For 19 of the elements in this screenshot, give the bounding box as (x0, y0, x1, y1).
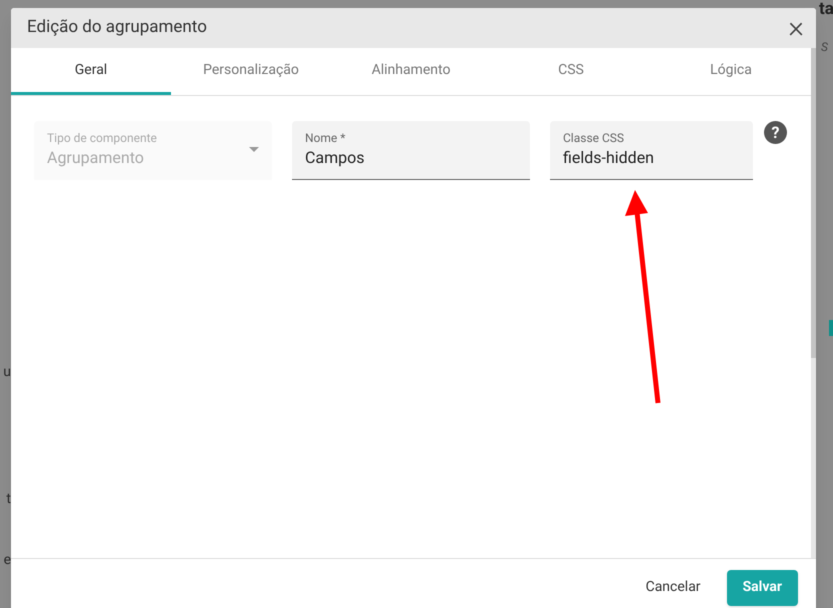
tab[interactable]: Alinhamento (331, 48, 491, 95)
background-text: e (4, 551, 11, 570)
background-tab-mark (829, 320, 833, 336)
dropdown-caret-icon (249, 147, 259, 152)
background-text: t (6, 490, 11, 509)
dialog-title: Edição do agrupamento (27, 16, 207, 40)
background-text: S (821, 39, 828, 56)
background-text: u (3, 363, 11, 382)
input-field[interactable]: Classe CSS fields-hidden (550, 121, 753, 180)
scrollbar[interactable] (811, 48, 816, 558)
cancel-button[interactable]: Cancelar (630, 570, 717, 606)
tab[interactable]: CSS (491, 48, 651, 95)
background-heading: ta (819, 1, 833, 18)
close-button[interactable]: × (788, 13, 804, 43)
tab[interactable]: Geral (11, 48, 171, 95)
help-icon[interactable]: ? (764, 121, 787, 144)
tab[interactable]: Personalização (171, 48, 331, 95)
tab[interactable]: Lógica (651, 48, 811, 95)
input-field[interactable]: Nome * Campos (292, 121, 530, 180)
